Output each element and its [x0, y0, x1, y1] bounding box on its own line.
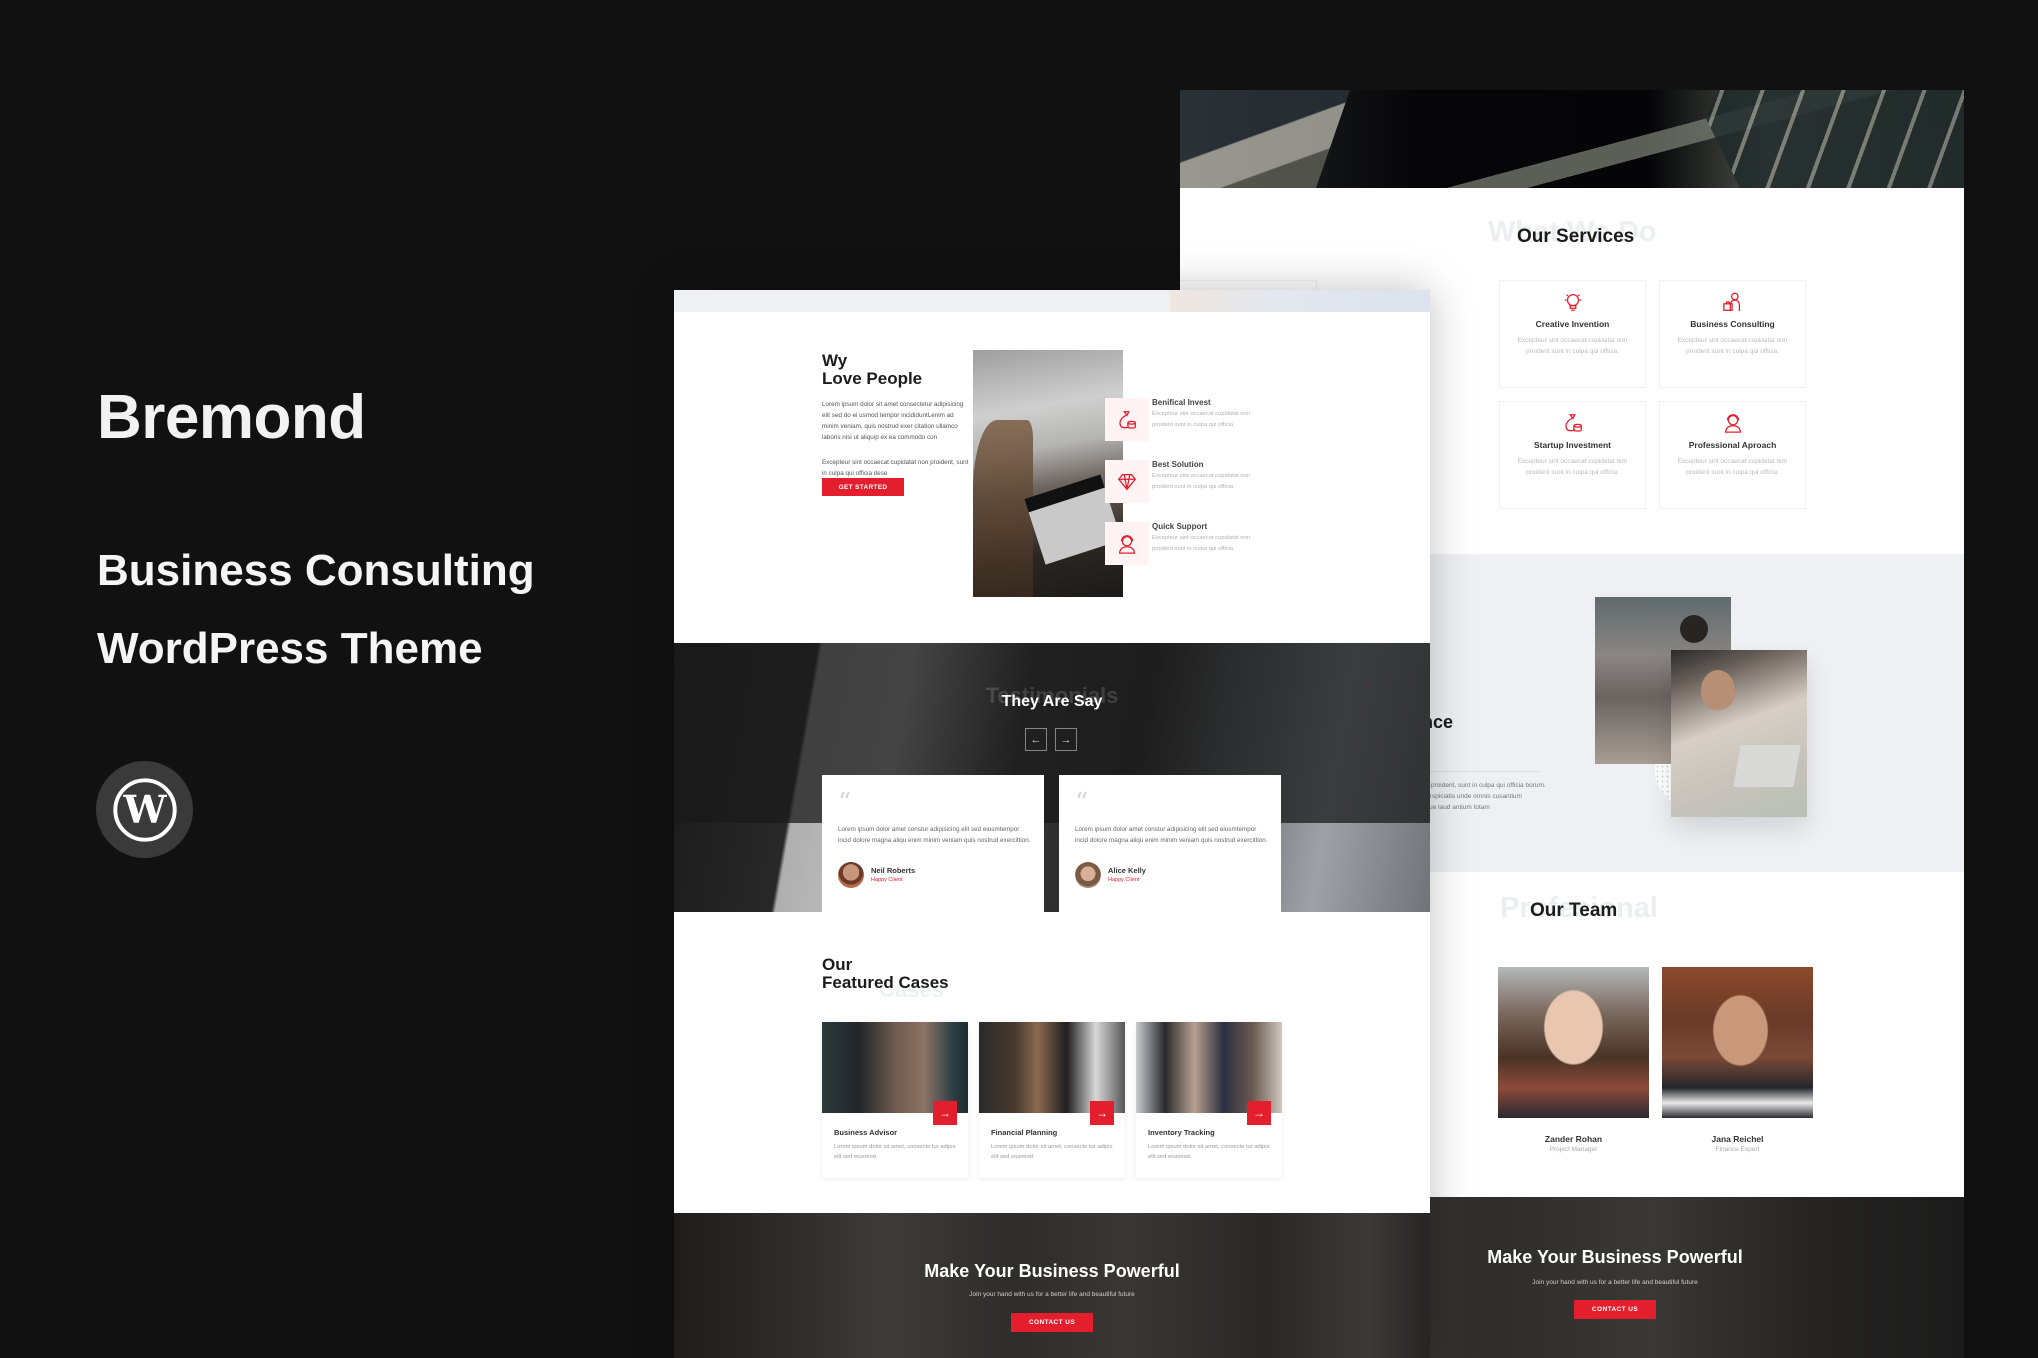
team-photo-zander-rohan	[1498, 967, 1649, 1118]
case-card[interactable]: → Inventory Tracking Lorem ipsum dolor s…	[1136, 1022, 1282, 1178]
next-arrow-button[interactable]: →	[1055, 728, 1077, 751]
woman-laptop-photo	[973, 350, 1123, 597]
contact-us-button[interactable]: CONTACT US	[1011, 1313, 1093, 1332]
team-role: Project Manager	[1549, 1146, 1598, 1153]
prev-arrow-button[interactable]: ←	[1025, 728, 1047, 751]
feature-desc: Excepteur sint occaecat cupidatat non pr…	[1152, 473, 1250, 490]
consultant-briefcase-icon	[1722, 292, 1740, 312]
case-desc: Lorem ipsum dolor sit amet, consecte tur…	[1148, 1144, 1270, 1160]
subtitle-line-1: Business Consulting	[97, 546, 535, 595]
service-card-startup-investment[interactable]: Startup Investment Excepteur sint occaec…	[1499, 401, 1646, 509]
arrow-right-icon: →	[1096, 1106, 1108, 1120]
team-name: Zander Rohan	[1544, 1134, 1603, 1144]
feature-icon-box	[1105, 398, 1149, 441]
testimonials-section: Testimonials They Are Say ← → “ Lorem ip…	[674, 643, 1430, 912]
case-desc: Lorem ipsum dolor sit amet, consecte tur…	[991, 1144, 1113, 1160]
arrow-right-icon: →	[939, 1106, 951, 1120]
testimonial-card: “ Lorem ipsum dolor amet constur adipisi…	[1059, 775, 1281, 912]
team-name: Jana Reichel	[1711, 1134, 1764, 1144]
hero-image	[1180, 90, 1964, 188]
service-card-professional-aproach[interactable]: Professional Aproach Excepteur sint occa…	[1659, 401, 1806, 509]
team-photo-jana-reichel	[1662, 967, 1813, 1118]
money-bag-icon	[1564, 414, 1582, 432]
feature-desc: Excepteur sint occaecat cupidatat non pr…	[1152, 535, 1250, 552]
testimonial-card: “ Lorem ipsum dolor amet constur adipisi…	[822, 775, 1044, 912]
hero-image-strip	[674, 290, 1430, 312]
brand-title: Bremond	[97, 383, 366, 452]
feature-title: Best Solution	[1152, 460, 1204, 469]
feature-title: Benifical Invest	[1152, 398, 1211, 407]
case-arrow-button[interactable]: →	[1090, 1101, 1114, 1125]
why-love-people-section: Wy Love People Lorem ipsum dolor sit ame…	[674, 312, 1430, 643]
wordpress-badge: W	[96, 761, 193, 858]
service-card-business-consulting[interactable]: Business Consulting Excepteur sint occae…	[1659, 280, 1806, 388]
testimonials-title: They Are Say	[1001, 693, 1103, 710]
case-title: Business Advisor	[834, 1128, 898, 1137]
wordpress-icon: W	[112, 777, 177, 842]
contact-us-button[interactable]: CONTACT US	[1574, 1300, 1656, 1319]
case-image	[822, 1022, 968, 1113]
subtitle-line-2: WordPress Theme	[97, 624, 483, 673]
testimonial-name: Neil Roberts	[871, 866, 916, 875]
testimonial-role: Happy Client	[1108, 877, 1140, 883]
diamond-icon	[1117, 473, 1137, 490]
testimonial-text: Lorem ipsum dolor amet constur adipisici…	[838, 826, 1031, 844]
money-bag-icon	[1119, 410, 1136, 429]
case-card[interactable]: → Business Advisor Lorem ipsum dolor sit…	[822, 1022, 968, 1178]
case-image	[1136, 1022, 1282, 1113]
feature-title: Quick Support	[1152, 522, 1208, 531]
featured-cases-section: Cases Our Featured Cases → Business Advi…	[674, 912, 1430, 1213]
cta-title: Make Your Business Powerful	[924, 1261, 1180, 1281]
case-arrow-button[interactable]: →	[933, 1101, 957, 1125]
feature-icon-box	[1105, 460, 1149, 503]
why-paragraph-1: Lorem ipsum dolor sit amet consectetur a…	[822, 401, 964, 441]
cases-heading: Our Featured Cases	[822, 955, 949, 992]
services-title: Our Services	[1517, 226, 1635, 247]
case-arrow-button[interactable]: →	[1247, 1101, 1271, 1125]
team-role: Finance Expert	[1715, 1146, 1760, 1153]
feature-icon-box	[1105, 522, 1149, 565]
case-desc: Lorem ipsum dolor sit amet, consecte tur…	[834, 1144, 956, 1160]
quote-icon: “	[838, 788, 852, 818]
feature-desc: Excepteur sint occaecat cupidatat non pr…	[1152, 411, 1250, 428]
case-title: Financial Planning	[991, 1128, 1058, 1137]
svg-text:W: W	[122, 788, 167, 833]
case-card[interactable]: → Financial Planning Lorem ipsum dolor s…	[979, 1022, 1125, 1178]
testimonial-text: Lorem ipsum dolor amet constur adipisici…	[1075, 826, 1268, 844]
testimonial-name: Alice Kelly	[1108, 866, 1146, 875]
about-photo-woman-laptop	[1671, 650, 1807, 817]
case-image	[979, 1022, 1125, 1113]
case-title: Inventory Tracking	[1148, 1128, 1215, 1137]
avatar	[838, 862, 864, 888]
front-page-mockup: Wy Love People Lorem ipsum dolor sit ame…	[674, 290, 1430, 1358]
avatar	[1075, 862, 1101, 888]
quote-icon: “	[1075, 788, 1089, 818]
get-started-button[interactable]: GET STARTED	[822, 478, 904, 496]
lightbulb-icon	[1564, 294, 1581, 311]
arrow-right-icon: →	[1253, 1106, 1265, 1120]
team-title: Our Team	[1530, 900, 1618, 921]
cta-section: Make Your Business Powerful Join your ha…	[674, 1213, 1430, 1358]
why-paragraph-2: Excepteur sint occaecat cupidatat non pr…	[822, 459, 969, 477]
support-agent-icon	[1119, 534, 1135, 554]
testimonial-role: Happy Client	[871, 877, 903, 883]
service-card-creative-invention[interactable]: Creative Invention Excepteur sint occaec…	[1499, 280, 1646, 388]
cta-subtitle: Join your hand with us for a better life…	[969, 1291, 1135, 1298]
why-heading: Wy Love People	[822, 351, 923, 388]
headset-agent-icon	[1724, 414, 1741, 433]
